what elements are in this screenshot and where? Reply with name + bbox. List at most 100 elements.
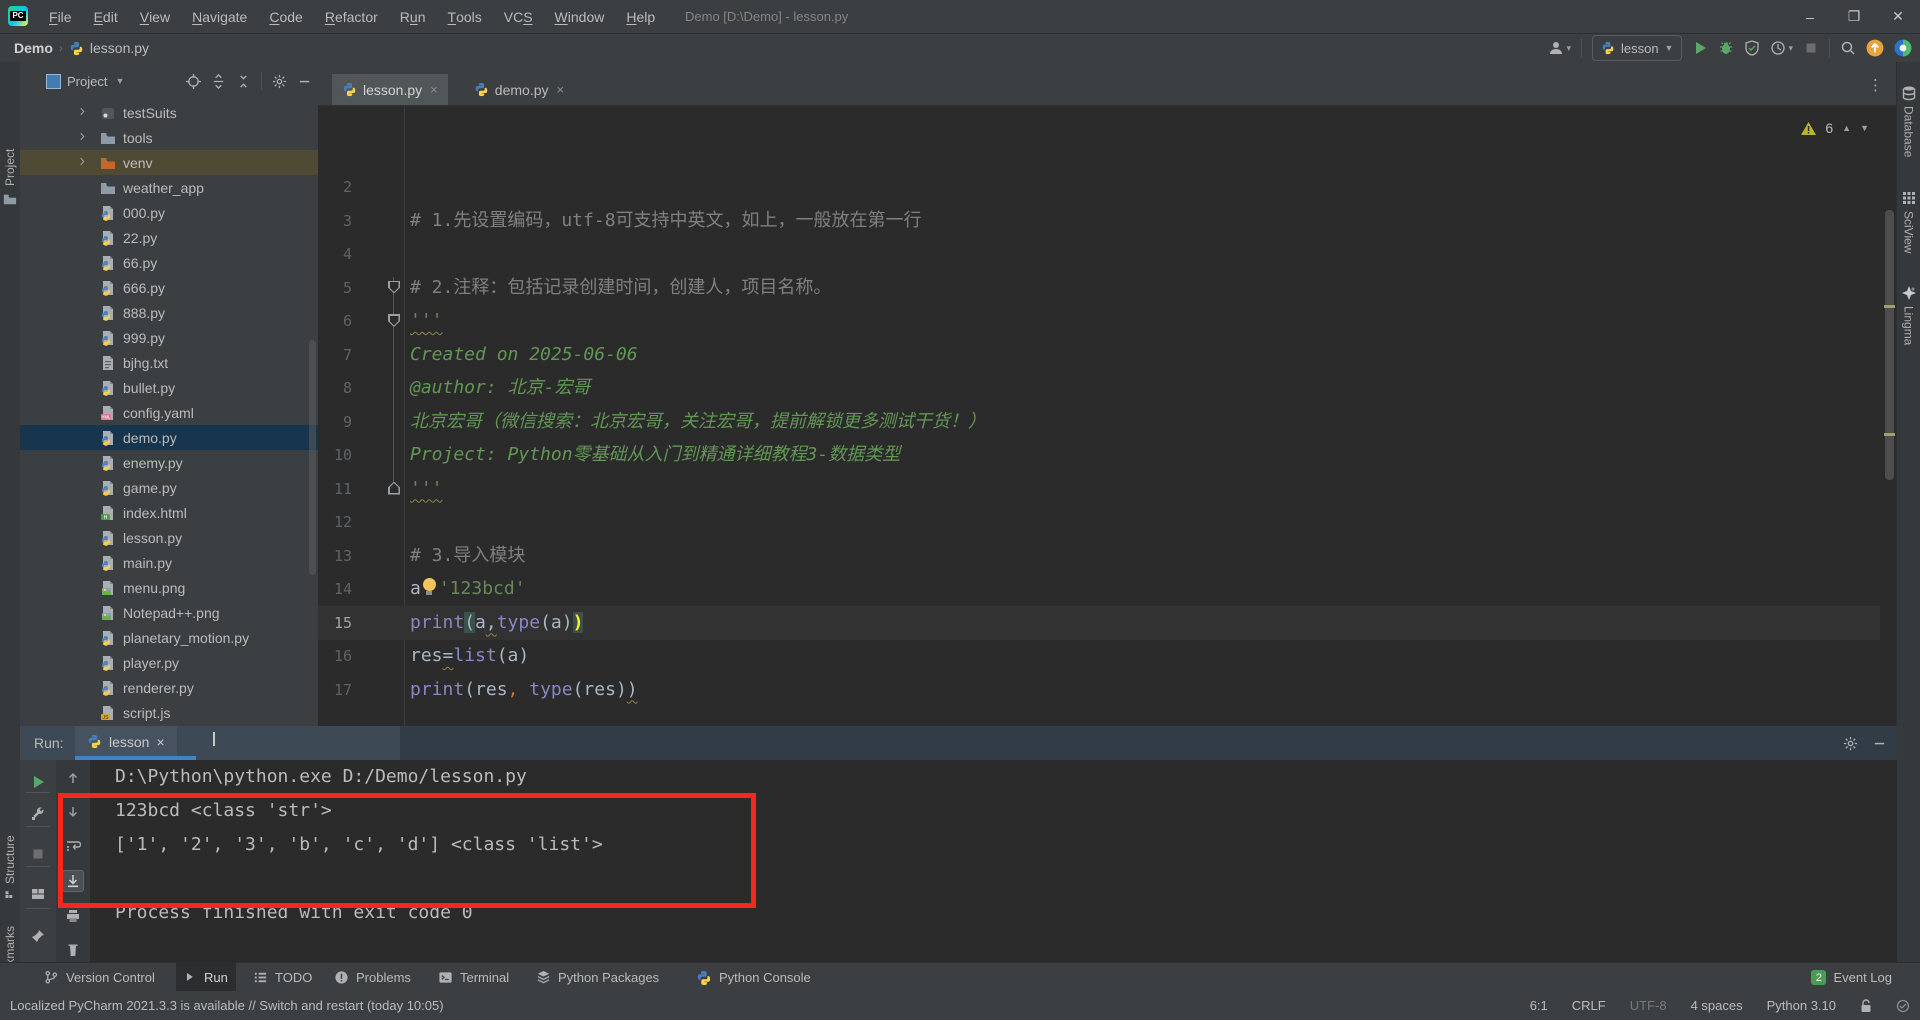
tree-item-demo-py[interactable]: demo.py [20, 425, 318, 450]
menu-navigate[interactable]: Navigate [181, 0, 258, 33]
debug-button[interactable] [1718, 40, 1734, 56]
event-log-button[interactable]: 2 Event Log [1811, 963, 1892, 992]
tree-item-weather-app[interactable]: weather_app [20, 175, 318, 200]
menu-run[interactable]: Run [389, 0, 437, 33]
chevron-right-icon[interactable] [77, 132, 89, 144]
close-button[interactable]: ✕ [1876, 0, 1920, 33]
tree-item-22-py[interactable]: 22.py [20, 225, 318, 250]
menu-edit[interactable]: Edit [83, 0, 129, 33]
tool-window-button-run[interactable]: Run [176, 963, 236, 992]
lock-icon[interactable] [1860, 998, 1872, 1013]
project-panel-title[interactable]: Project [67, 74, 107, 89]
tree-item-999-py[interactable]: 999.py [20, 325, 318, 350]
tree-item-888-py[interactable]: 888.py [20, 300, 318, 325]
tree-item-tools[interactable]: tools [20, 125, 318, 150]
tree-item-bullet-py[interactable]: bullet.py [20, 375, 318, 400]
menu-code[interactable]: Code [258, 0, 313, 33]
code-line[interactable]: # 1.先设置编码，utf-8可支持中英文，如上，一般放在第一行 [410, 204, 922, 238]
tree-item-bjhg-txt[interactable]: bjhg.txt [20, 350, 318, 375]
folder-icon[interactable] [3, 192, 17, 206]
minimize-button[interactable]: – [1788, 0, 1832, 33]
collaboration-icon[interactable]: ▾ [1548, 40, 1571, 56]
widget-icon[interactable] [1896, 999, 1910, 1013]
menu-tools[interactable]: Tools [437, 0, 493, 33]
maximize-button[interactable]: ❐ [1832, 0, 1876, 33]
search-everywhere-button[interactable] [1840, 40, 1856, 56]
collapse-all-button[interactable] [236, 74, 251, 89]
run-button[interactable] [1692, 40, 1708, 56]
editor-content[interactable]: 2 3 # 1.先设置编码，utf-8可支持中英文，如上，一般放在第一行 4 5 # 2.… [318, 105, 1897, 726]
sidebar-item-lingma[interactable]: Lingma [1897, 285, 1920, 345]
tree-item-player-py[interactable]: player.py [20, 650, 318, 675]
menu-window[interactable]: Window [544, 0, 616, 33]
stop-button[interactable] [1803, 40, 1819, 56]
tool-window-button-todo[interactable]: TODO [245, 963, 320, 992]
fold-marker-icon[interactable] [388, 481, 400, 495]
tool-window-button-python-packages[interactable]: Python Packages [528, 963, 667, 992]
code-line[interactable]: # 2.注释：包括记录创建时间，创建人，项目名称。 [410, 271, 831, 305]
fold-marker-icon[interactable] [388, 314, 400, 327]
layout-button[interactable] [28, 884, 48, 904]
tree-item-66-py[interactable]: 66.py [20, 250, 318, 275]
prev-warning-icon[interactable]: ▲ [1842, 123, 1851, 133]
sidebar-item-sciview[interactable]: SciView [1897, 190, 1920, 253]
code-line[interactable]: Project: Python零基础从入门到精通详细教程3-数据类型 [410, 438, 900, 472]
stop-button[interactable] [28, 844, 48, 864]
next-warning-icon[interactable]: ▼ [1860, 123, 1869, 133]
more-options-icon[interactable]: ⋮ [1868, 76, 1883, 94]
warning-stripe-mark[interactable] [1884, 305, 1895, 308]
tree-item-script-js[interactable]: JS script.js [20, 700, 318, 725]
fold-marker-icon[interactable] [388, 280, 400, 294]
tree-item-game-py[interactable]: game.py [20, 475, 318, 500]
menu-view[interactable]: View [129, 0, 181, 33]
code-line[interactable]: ''' [410, 304, 443, 338]
hide-panel-button[interactable] [1872, 736, 1887, 751]
code-line[interactable]: a '123bcd' [410, 572, 526, 606]
tool-window-button-version-control[interactable]: Version Control [36, 963, 163, 992]
close-icon[interactable]: × [156, 734, 164, 750]
python-interpreter[interactable]: Python 3.10 [1767, 998, 1836, 1013]
tree-item-config-yaml[interactable]: YML config.yaml [20, 400, 318, 425]
close-icon[interactable]: × [557, 82, 565, 97]
status-message[interactable]: Localized PyCharm 2021.3.3 is available … [10, 998, 444, 1013]
indent-setting[interactable]: 4 spaces [1691, 998, 1743, 1013]
menu-refactor[interactable]: Refactor [314, 0, 389, 33]
tree-item-000-py[interactable]: 000.py [20, 200, 318, 225]
pin-button[interactable] [28, 926, 48, 946]
tree-item-venv[interactable]: venv [20, 150, 318, 175]
code-line[interactable]: 北京宏哥（微信搜索：北京宏哥，关注宏哥，提前解锁更多测试干货！） [410, 405, 986, 439]
chevron-right-icon[interactable] [77, 107, 89, 119]
editor-scrollbar[interactable] [1885, 210, 1894, 480]
code-line[interactable]: ''' [410, 472, 443, 506]
project-tree-scrollbar[interactable] [309, 340, 316, 575]
tree-item-planetary-motion-py[interactable]: planetary_motion.py [20, 625, 318, 650]
code-line[interactable]: res=list(a) [410, 639, 529, 673]
sidebar-item-project[interactable]: Project [0, 134, 20, 186]
tree-item-renderer-py[interactable]: renderer.py [20, 675, 318, 700]
code-line[interactable]: @author: 北京-宏哥 [410, 371, 590, 405]
locate-button[interactable] [186, 73, 201, 89]
sidebar-item-structure[interactable]: Structure [0, 820, 20, 884]
inspection-widget[interactable]: 6 ▲ ▼ [1801, 120, 1869, 136]
tree-item-lesson-py[interactable]: lesson.py [20, 525, 318, 550]
line-separator[interactable]: CRLF [1572, 998, 1606, 1013]
clear-button[interactable] [63, 940, 83, 960]
tree-item-666-py[interactable]: 666.py [20, 275, 318, 300]
expand-all-button[interactable] [211, 73, 226, 89]
sidebar-item-database[interactable]: Database [1897, 85, 1920, 157]
caret-position[interactable]: 6:1 [1530, 998, 1548, 1013]
tree-item-menu-png[interactable]: menu.png [20, 575, 318, 600]
tab-lesson-py[interactable]: lesson.py × [332, 74, 448, 105]
breadcrumb-project[interactable]: Demo [14, 40, 53, 56]
tree-item-enemy-py[interactable]: enemy.py [20, 450, 318, 475]
tool-window-button-problems[interactable]: Problems [326, 963, 419, 992]
menu-file[interactable]: File [38, 0, 83, 33]
structure-icon[interactable] [4, 889, 16, 901]
assistant-button[interactable] [1894, 39, 1912, 57]
tree-item-main-py[interactable]: main.py [20, 550, 318, 575]
settings-button[interactable] [272, 74, 287, 89]
breadcrumb-file[interactable]: lesson.py [90, 40, 149, 56]
menu-vcs[interactable]: VC S [493, 0, 544, 33]
settings-button[interactable] [28, 804, 48, 824]
coverage-button[interactable] [1744, 40, 1760, 56]
